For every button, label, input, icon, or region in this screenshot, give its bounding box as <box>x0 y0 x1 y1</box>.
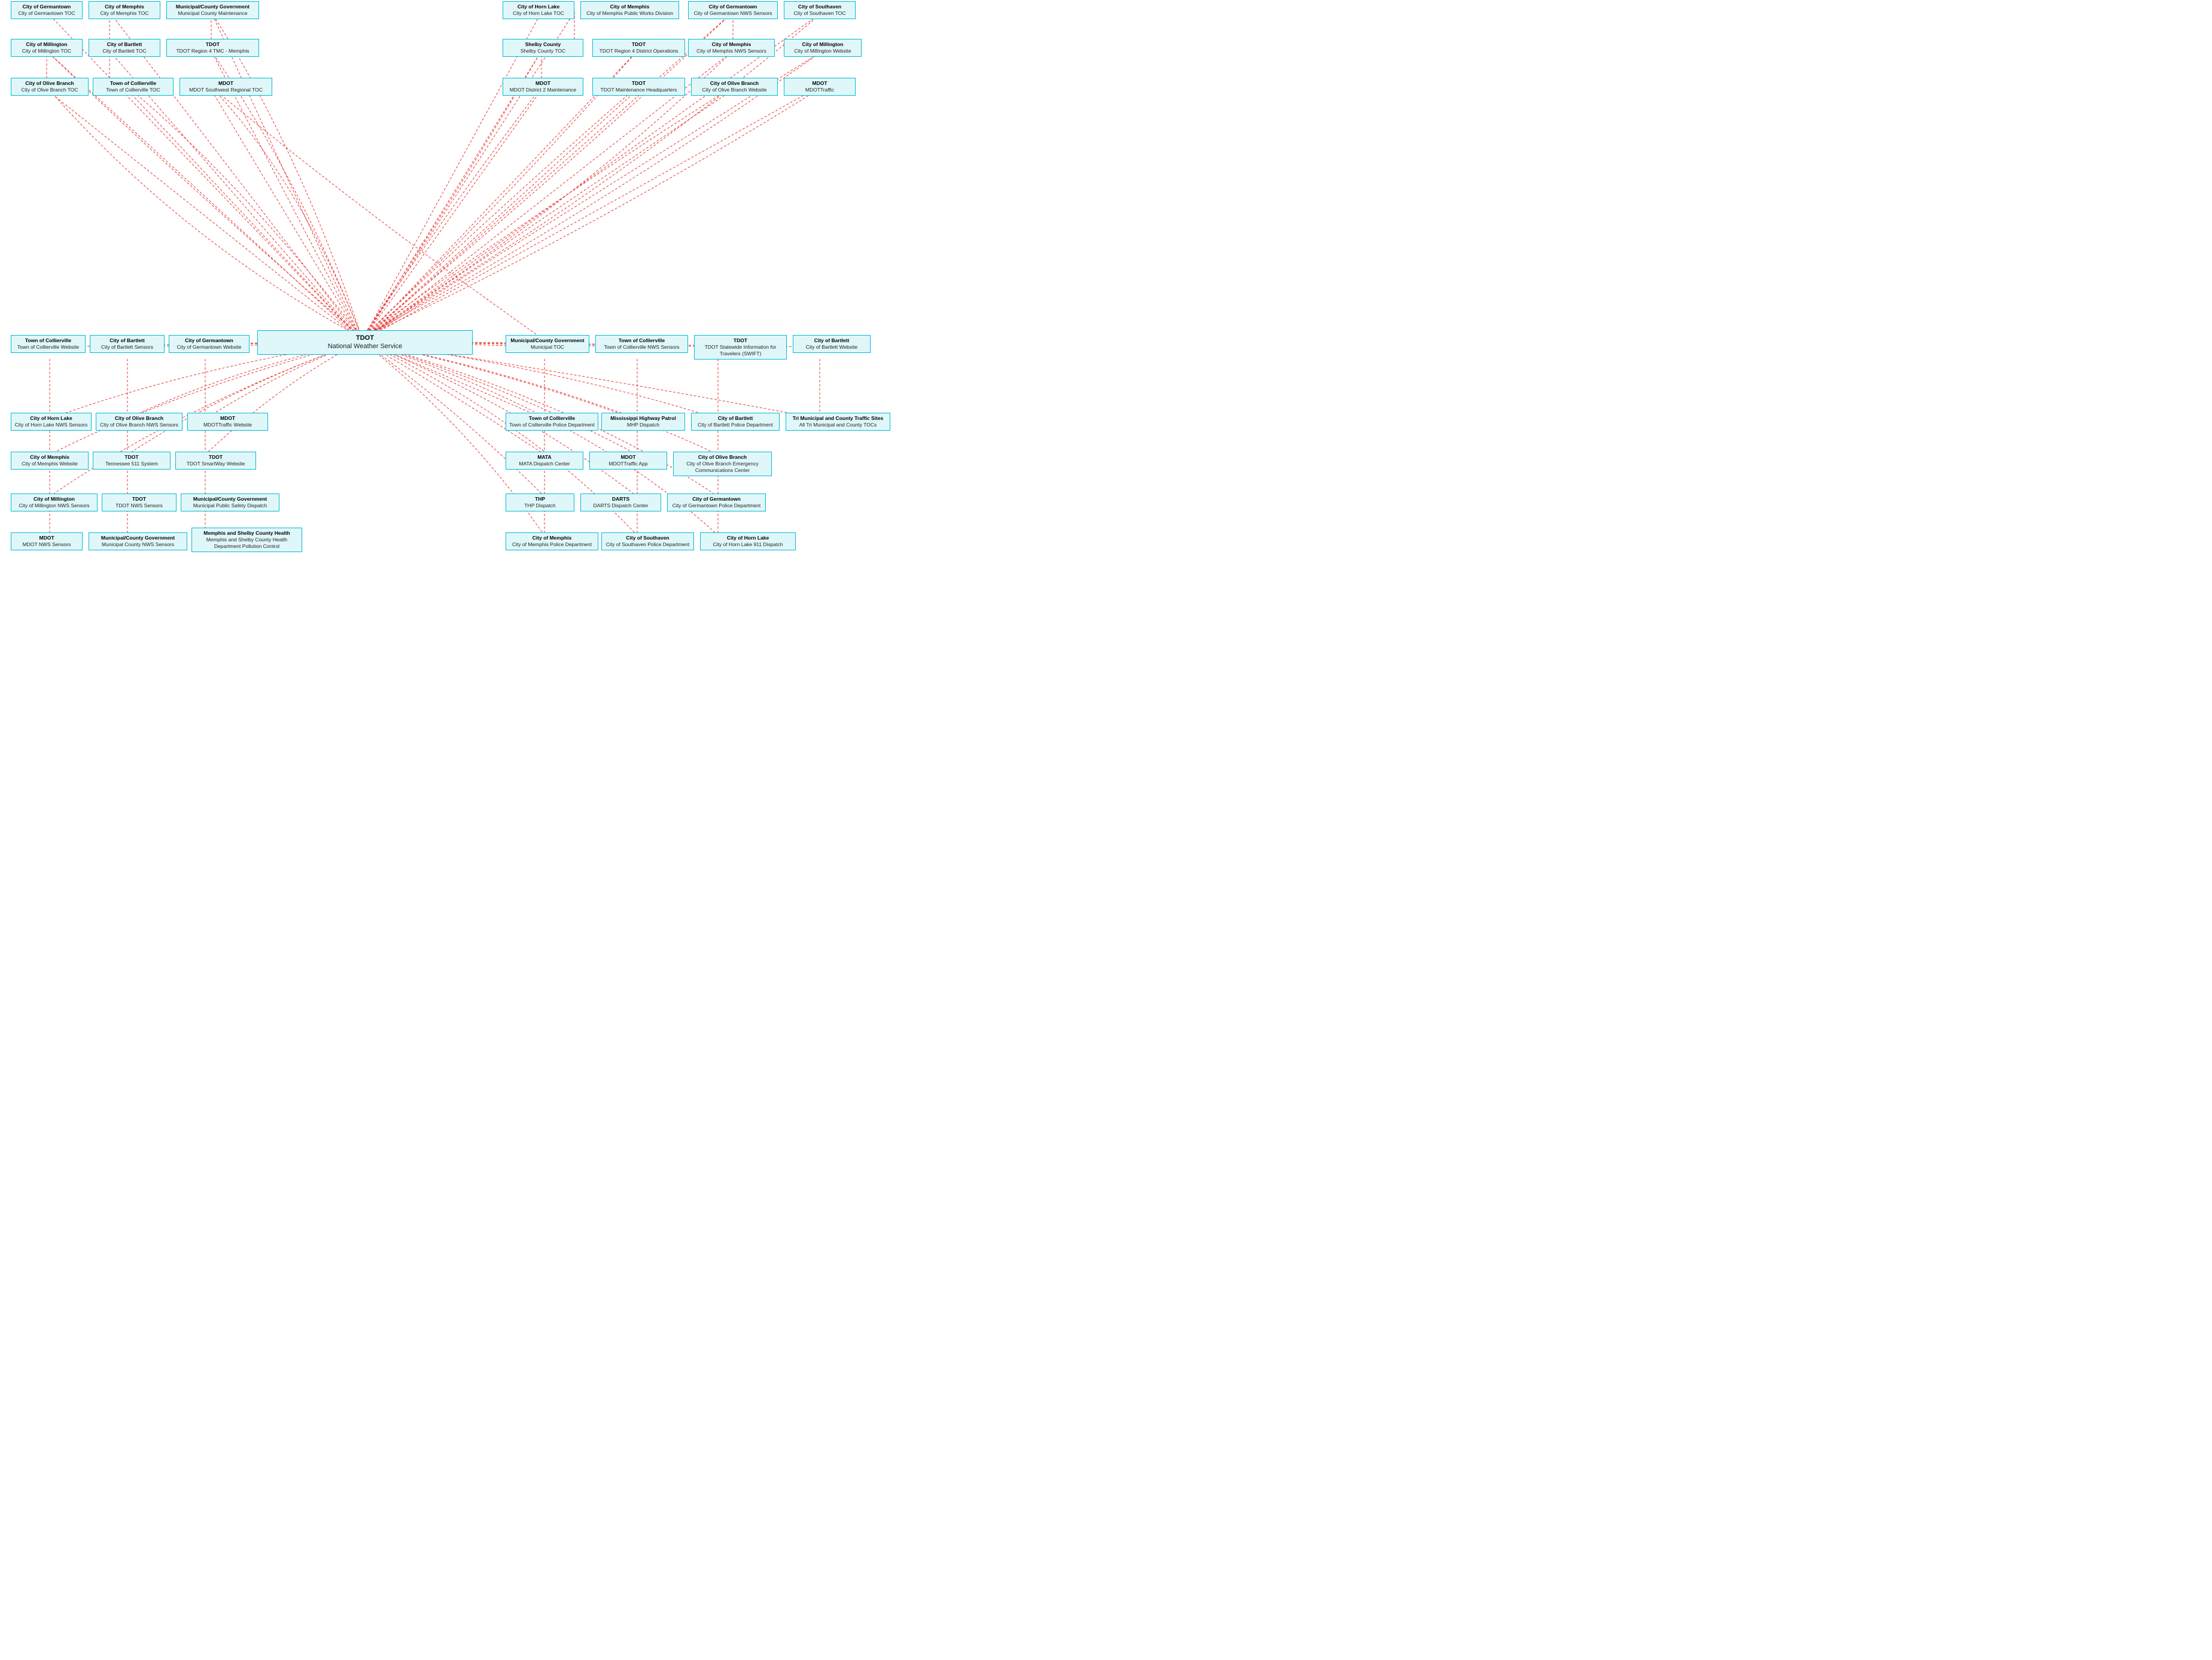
node-municipal-toc[interactable]: Municipal/County Government Municipal TO… <box>506 335 589 353</box>
node-tdot-swift[interactable]: TDOT TDOT Statewide Information for Trav… <box>694 335 787 360</box>
node-tdot-nws[interactable]: TDOT TDOT NWS Sensors <box>102 494 177 511</box>
node-nws-hub[interactable]: TDOT National Weather Service <box>257 330 473 355</box>
node-memphis-website[interactable]: City of Memphis City of Memphis Website <box>11 452 89 470</box>
node-mhp-dispatch[interactable]: Mississippi Highway Patrol MHP Dispatch <box>601 413 685 431</box>
node-municipal-nws[interactable]: Municipal/County Government Municipal Co… <box>89 532 187 550</box>
node-darts-dispatch[interactable]: DARTS DARTS Dispatch Center <box>580 494 661 511</box>
node-tdot-district-ops[interactable]: TDOT TDOT Region 4 District Operations <box>592 39 685 57</box>
node-memphis-police[interactable]: City of Memphis City of Memphis Police D… <box>506 532 598 550</box>
node-germantown-toc[interactable]: City of Germantown City of Germantown TO… <box>11 1 83 19</box>
node-mdot-traffic[interactable]: MDOT MDOTTraffic <box>784 78 856 96</box>
node-municipal-maintenance[interactable]: Municipal/County Government Municipal Co… <box>166 1 259 19</box>
node-collierville-website[interactable]: Town of Collierville Town of Colliervill… <box>11 335 86 353</box>
node-mdot-website[interactable]: MDOT MDOTTraffic Website <box>187 413 268 431</box>
node-tdot-region4[interactable]: TDOT TDOT Region 4 TMC - Memphis <box>166 39 259 57</box>
node-bartlett-sensors[interactable]: City of Bartlett City of Bartlett Sensor… <box>90 335 165 353</box>
node-southaven-toc[interactable]: City of Southaven City of Southaven TOC <box>784 1 856 19</box>
node-horn-lake-nws[interactable]: City of Horn Lake City of Horn Lake NWS … <box>11 413 92 431</box>
node-mdot-sw-regional[interactable]: MDOT MDOT Southwest Regional TOC <box>179 78 272 96</box>
node-bartlett-police[interactable]: City of Bartlett City of Bartlett Police… <box>691 413 780 431</box>
node-olive-branch-nws[interactable]: City of Olive Branch City of Olive Branc… <box>96 413 182 431</box>
node-bartlett-website[interactable]: City of Bartlett City of Bartlett Websit… <box>793 335 871 353</box>
node-tdot-maintenance-hq[interactable]: TDOT TDOT Maintenance Headquarters <box>592 78 685 96</box>
diagram-container: City of Germantown City of Germantown TO… <box>0 0 2212 1660</box>
node-mdot-app[interactable]: MDOT MDOTTraffic App <box>589 452 667 470</box>
node-millington-toc[interactable]: City of Millington City of Millington TO… <box>11 39 83 57</box>
node-collierville-toc[interactable]: Town of Collierville Town of Colliervill… <box>93 78 174 96</box>
node-olive-branch-website[interactable]: City of Olive Branch City of Olive Branc… <box>691 78 778 96</box>
node-horn-lake-911[interactable]: City of Horn Lake City of Horn Lake 911 … <box>700 532 796 550</box>
node-tri-muni-tocs[interactable]: Tri Municipal and County Traffic Sites A… <box>786 413 890 431</box>
connections-svg <box>0 0 2212 1660</box>
node-germantown-nws[interactable]: City of Germantown City of Germantown NW… <box>688 1 778 19</box>
node-collierville-nws[interactable]: Town of Collierville Town of Colliervill… <box>595 335 688 353</box>
node-collierville-police[interactable]: Town of Collierville Town of Colliervill… <box>506 413 598 431</box>
node-pollution-control[interactable]: Memphis and Shelby County Health Memphis… <box>191 528 302 552</box>
node-shelby-toc[interactable]: Shelby County Shelby County TOC <box>503 39 583 57</box>
node-tn-511[interactable]: TDOT Tennessee 511 System <box>93 452 171 470</box>
node-mdot-nws[interactable]: MDOT MDOT NWS Sensors <box>11 532 83 550</box>
node-memphis-public-works[interactable]: City of Memphis City of Memphis Public W… <box>580 1 679 19</box>
node-thp-dispatch[interactable]: THP THP Dispatch <box>506 494 574 511</box>
node-municipal-safety-dispatch[interactable]: Municipal/County Government Municipal Pu… <box>181 494 279 511</box>
node-olive-branch-ecc[interactable]: City of Olive Branch City of Olive Branc… <box>673 452 772 476</box>
node-southaven-police[interactable]: City of Southaven City of Southaven Poli… <box>601 532 694 550</box>
node-mdot-district2[interactable]: MDOT MDOT District 2 Maintenance <box>503 78 583 96</box>
node-olive-branch-toc[interactable]: City of Olive Branch City of Olive Branc… <box>11 78 89 96</box>
node-mata-dispatch[interactable]: MATA MATA Dispatch Center <box>506 452 583 470</box>
node-memphis-toc[interactable]: City of Memphis City of Memphis TOC <box>89 1 160 19</box>
node-millington-website[interactable]: City of Millington City of Millington We… <box>784 39 862 57</box>
node-millington-nws[interactable]: City of Millington City of Millington NW… <box>11 494 98 511</box>
node-tdot-smartway[interactable]: TDOT TDOT SmartWay Website <box>175 452 256 470</box>
node-horn-lake-toc[interactable]: City of Horn Lake City of Horn Lake TOC <box>503 1 574 19</box>
node-germantown-police[interactable]: City of Germantown City of Germantown Po… <box>667 494 766 511</box>
node-bartlett-toc[interactable]: City of Bartlett City of Bartlett TOC <box>89 39 160 57</box>
node-memphis-nws[interactable]: City of Memphis City of Memphis NWS Sens… <box>688 39 775 57</box>
node-germantown-website[interactable]: City of Germantown City of Germantown We… <box>169 335 250 353</box>
